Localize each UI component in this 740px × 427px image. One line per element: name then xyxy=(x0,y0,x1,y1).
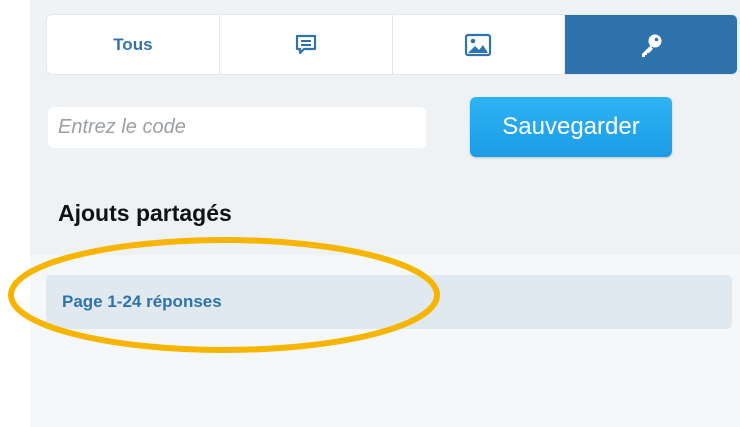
tab-comments[interactable] xyxy=(220,15,393,74)
tab-bar: Tous xyxy=(46,14,738,75)
tab-all-label: Tous xyxy=(113,34,153,54)
code-input[interactable] xyxy=(48,107,426,148)
tab-images[interactable] xyxy=(393,15,566,74)
section-title: Ajouts partagés xyxy=(58,200,232,226)
comment-icon xyxy=(294,33,318,57)
save-button-label: Sauvegarder xyxy=(502,113,640,140)
tab-all[interactable]: Tous xyxy=(47,15,220,74)
save-button[interactable]: Sauvegarder xyxy=(470,97,672,157)
list-item[interactable]: Page 1-24 réponses xyxy=(46,275,732,329)
list-item-label: Page 1-24 réponses xyxy=(62,292,222,311)
tab-code[interactable] xyxy=(565,15,737,74)
image-icon xyxy=(464,33,492,57)
key-icon xyxy=(637,31,665,59)
